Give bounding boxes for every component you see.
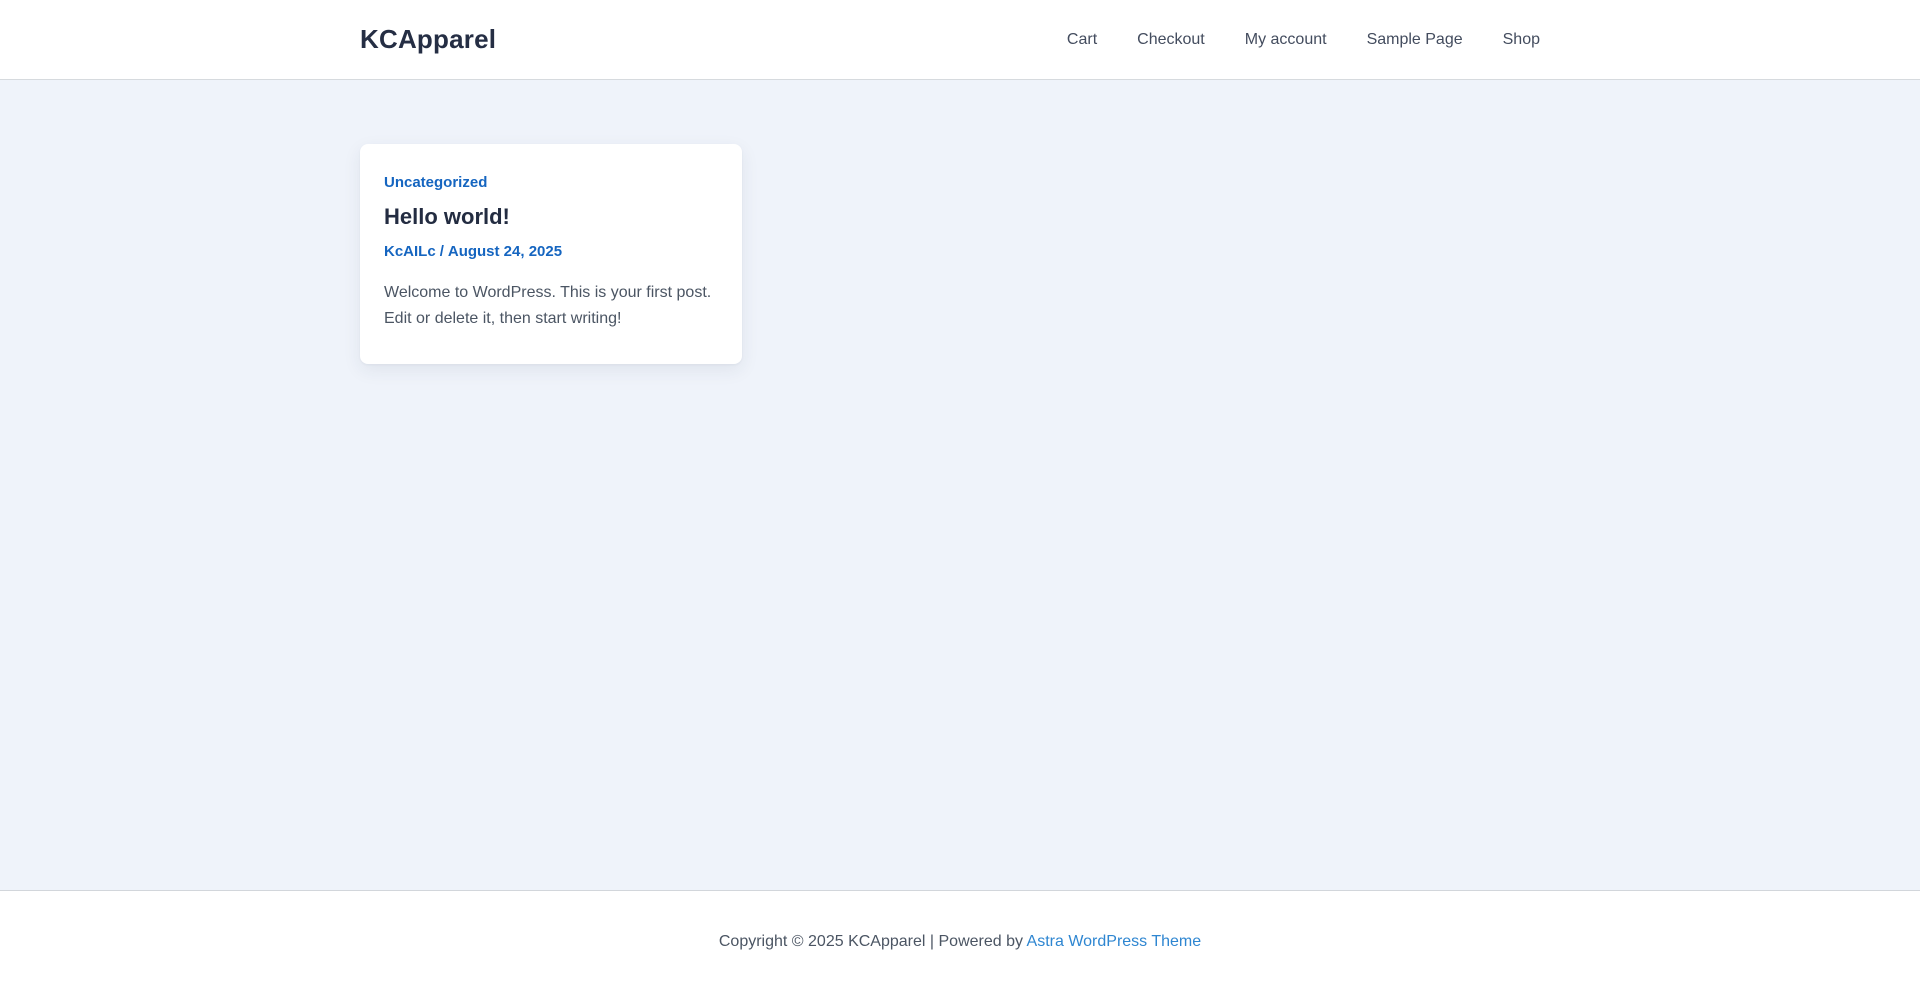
main-content: Uncategorized Hello world! KcAILc/August… (0, 80, 1920, 890)
post-excerpt: Welcome to WordPress. This is your first… (384, 280, 718, 332)
nav-item-sample-page[interactable]: Sample Page (1347, 31, 1483, 49)
footer-copyright: Copyright © 2025 KCApparel | Powered by … (360, 931, 1560, 953)
site-header: KCApparel Cart Checkout My account Sampl… (0, 0, 1920, 80)
footer-theme-link[interactable]: Astra WordPress Theme (1027, 933, 1202, 950)
post-author-link[interactable]: KcAILc (384, 243, 436, 260)
page: KCApparel Cart Checkout My account Sampl… (0, 0, 1920, 993)
nav-item-checkout[interactable]: Checkout (1117, 31, 1225, 49)
site-footer: Copyright © 2025 KCApparel | Powered by … (0, 890, 1920, 993)
site-title-link[interactable]: KCApparel (360, 24, 496, 55)
meta-separator: / (436, 243, 448, 260)
post-title-link[interactable]: Hello world! (384, 204, 510, 229)
post-meta: KcAILc/August 24, 2025 (384, 241, 718, 262)
nav-item-my-account[interactable]: My account (1225, 31, 1347, 49)
post-date-link[interactable]: August 24, 2025 (448, 243, 562, 260)
primary-nav: Cart Checkout My account Sample Page Sho… (1047, 31, 1560, 49)
nav-item-cart[interactable]: Cart (1047, 31, 1117, 49)
post-category-link[interactable]: Uncategorized (384, 172, 487, 193)
footer-copyright-text: Copyright © 2025 KCApparel | Powered by (719, 933, 1027, 950)
post-title: Hello world! (384, 203, 718, 231)
nav-item-shop[interactable]: Shop (1483, 31, 1560, 49)
post-card: Uncategorized Hello world! KcAILc/August… (360, 144, 742, 364)
